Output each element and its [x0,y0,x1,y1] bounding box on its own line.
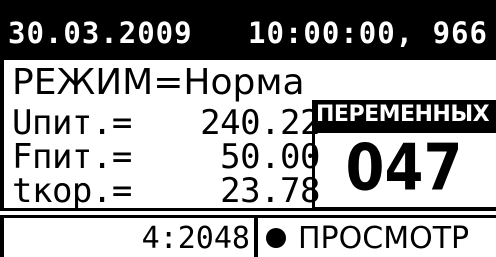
bullet-icon [266,228,286,248]
frame-left-border [0,60,4,210]
supply-voltage-row: Uпит.= 240.22 [12,106,321,140]
case-temperature-value: 23.78 [220,171,320,211]
view-mode[interactable]: ПРОСМОТР [266,220,496,257]
date-display: 30.03.2009 [8,16,193,50]
supply-frequency-row: Fпит.= 50.00 [12,140,321,174]
time-display: 10:00:00, 966 [248,16,488,50]
variables-counter-value: 047 [345,131,463,206]
case-temperature-row: tкор.= 23.78 [12,171,321,211]
supply-voltage-value: 240.22 [200,103,320,143]
case-temperature-label: tкор.= [12,171,132,211]
supply-frequency-value: 50.00 [220,137,320,177]
lcd-screen: 30.03.2009 10:00:00, 966 РЕЖИМ=Норма Uпи… [0,0,496,257]
variables-counter-header: ПЕРЕМЕННЫХ [312,100,496,130]
mode-indicator: РЕЖИМ=Норма [12,62,305,103]
footer-left-border [0,218,4,257]
record-position-value: 4:2048 [141,221,250,256]
status-bar: 30.03.2009 10:00:00, 966 [0,0,496,60]
view-mode-label: ПРОСМОТР [298,221,470,256]
frame-divider-bottom [0,215,496,218]
variables-counter: ПЕРЕМЕННЫХ 047 [312,100,496,210]
record-position: 4:2048 [8,220,250,257]
footer-separator [254,218,258,257]
